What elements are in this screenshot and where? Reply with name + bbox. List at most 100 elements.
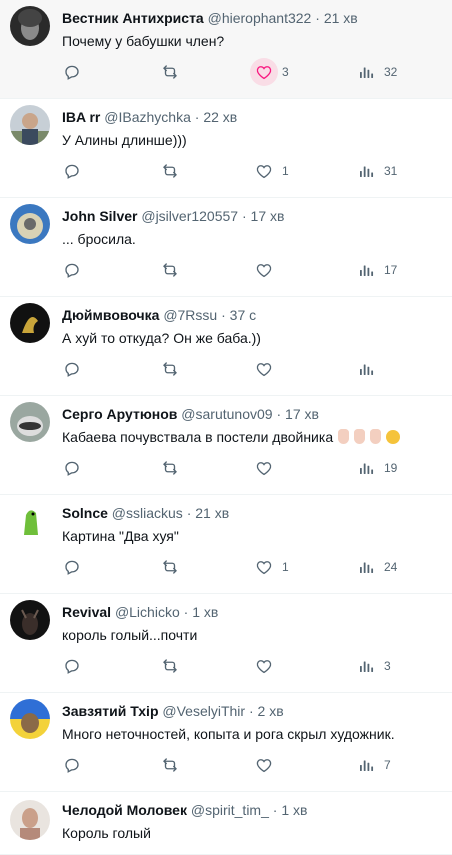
- retweet-button[interactable]: [156, 453, 198, 483]
- views-button[interactable]: 3: [352, 651, 394, 681]
- timestamp[interactable]: 21 хв: [324, 10, 358, 26]
- timestamp[interactable]: 17 хв: [251, 208, 285, 224]
- avatar[interactable]: [10, 204, 50, 244]
- avatar[interactable]: [10, 105, 50, 145]
- separator-dot: ·: [183, 604, 189, 620]
- views-button[interactable]: 7: [352, 750, 394, 780]
- timestamp[interactable]: 1 хв: [281, 802, 307, 818]
- heart-icon: [250, 256, 278, 284]
- tweet[interactable]: Вестник Антихриста @hierophant322 · 21 х…: [0, 0, 452, 99]
- reply-button[interactable]: [58, 57, 100, 87]
- views-icon: [352, 256, 380, 284]
- reply-button[interactable]: [58, 255, 100, 285]
- tweet-text-content: Много неточностей, копыта и рога скрыл х…: [62, 726, 395, 742]
- author-handle[interactable]: @spirit_tim_: [191, 802, 269, 818]
- reply-button[interactable]: [58, 354, 100, 384]
- reply-icon: [58, 58, 86, 86]
- separator-dot: ·: [276, 406, 282, 422]
- author-name[interactable]: Дюймвовочка: [62, 307, 159, 323]
- tweet[interactable]: Revival @Lichicko · 1 хв король голый...…: [0, 594, 452, 693]
- author-handle[interactable]: @VeselyiThir: [162, 703, 245, 719]
- author-handle[interactable]: @Lichicko: [115, 604, 180, 620]
- author-handle[interactable]: @jsilver120557: [141, 208, 238, 224]
- author-name[interactable]: Revival: [62, 604, 111, 620]
- tweet-text-content: Почему у бабушки член?: [62, 33, 225, 49]
- author-handle[interactable]: @IBazhychka: [104, 109, 191, 125]
- avatar[interactable]: [10, 699, 50, 739]
- reply-icon: [58, 751, 86, 779]
- retweet-button[interactable]: [156, 57, 198, 87]
- tweet[interactable]: John Silver @jsilver120557 · 17 хв ... б…: [0, 198, 452, 297]
- reply-button[interactable]: [58, 552, 100, 582]
- tweet[interactable]: Solnce @ssliackus · 21 хв Картина "Два х…: [0, 495, 452, 594]
- retweet-button[interactable]: [156, 354, 198, 384]
- views-button[interactable]: 32: [352, 57, 397, 87]
- timestamp[interactable]: 22 хв: [203, 109, 237, 125]
- tweet-actions: 3: [50, 651, 452, 681]
- like-button[interactable]: 1: [250, 156, 292, 186]
- avatar[interactable]: [10, 600, 50, 640]
- like-button[interactable]: [250, 354, 292, 384]
- views-button[interactable]: 17: [352, 255, 397, 285]
- timestamp[interactable]: 2 хв: [258, 703, 284, 719]
- timestamp[interactable]: 17 хв: [285, 406, 319, 422]
- like-button[interactable]: [250, 255, 292, 285]
- like-button[interactable]: [250, 453, 292, 483]
- retweet-button[interactable]: [156, 552, 198, 582]
- like-button[interactable]: [250, 750, 292, 780]
- tweet[interactable]: Дюймвовочка @7Rssu · 37 с А хуй то откуд…: [0, 297, 452, 396]
- separator-dot: ·: [241, 208, 247, 224]
- author-handle[interactable]: @7Rssu: [163, 307, 217, 323]
- retweet-button[interactable]: [156, 255, 198, 285]
- retweet-button[interactable]: [156, 651, 198, 681]
- avatar[interactable]: [10, 501, 50, 541]
- view-count: 7: [384, 758, 391, 772]
- author-name[interactable]: Серго Арутюнов: [62, 406, 177, 422]
- tweet[interactable]: Завзятий Тхір @VeselyiThir · 2 хв Много …: [0, 693, 452, 792]
- reply-button[interactable]: [58, 156, 100, 186]
- reply-button[interactable]: [58, 651, 100, 681]
- author-name[interactable]: Челодой Моловек: [62, 802, 187, 818]
- avatar-image: [10, 303, 50, 343]
- author-handle[interactable]: @ssliackus: [112, 505, 183, 521]
- like-button[interactable]: 1: [250, 552, 292, 582]
- reply-button[interactable]: [58, 750, 100, 780]
- heart-icon: [250, 58, 278, 86]
- views-button[interactable]: 19: [352, 453, 397, 483]
- avatar[interactable]: [10, 402, 50, 442]
- reply-button[interactable]: [58, 453, 100, 483]
- retweet-button[interactable]: [156, 156, 198, 186]
- retweet-button[interactable]: [156, 750, 198, 780]
- tweet-header: John Silver @jsilver120557 · 17 хв: [62, 207, 284, 225]
- views-icon: [352, 454, 380, 482]
- tweet-text-content: ... бросила.: [62, 231, 136, 247]
- reply-feed: Вестник Антихриста @hierophant322 · 21 х…: [0, 0, 452, 855]
- avatar[interactable]: [10, 800, 50, 840]
- tweet[interactable]: Серго Арутюнов @sarutunov09 · 17 хв Каба…: [0, 396, 452, 495]
- tweet-text-content: король голый...почти: [62, 627, 198, 643]
- views-button[interactable]: 31: [352, 156, 397, 186]
- tweet[interactable]: Челодой Моловек @spirit_tim_ · 1 хв Коро…: [0, 792, 452, 855]
- author-name[interactable]: Вестник Антихриста: [62, 10, 204, 26]
- author-name[interactable]: IBA rr: [62, 109, 100, 125]
- author-handle[interactable]: @hierophant322: [208, 10, 312, 26]
- timestamp[interactable]: 1 хв: [192, 604, 218, 620]
- avatar[interactable]: [10, 6, 50, 46]
- author-name[interactable]: Завзятий Тхір: [62, 703, 159, 719]
- timestamp[interactable]: 21 хв: [195, 505, 229, 521]
- timestamp[interactable]: 37 с: [230, 307, 256, 323]
- heart-icon: [250, 751, 278, 779]
- views-button[interactable]: [352, 354, 394, 384]
- views-button[interactable]: 24: [352, 552, 397, 582]
- author-name[interactable]: Solnce: [62, 505, 108, 521]
- tweet-header: Завзятий Тхір @VeselyiThir · 2 хв: [62, 702, 284, 720]
- like-button[interactable]: [250, 651, 292, 681]
- author-handle[interactable]: @sarutunov09: [181, 406, 272, 422]
- avatar[interactable]: [10, 303, 50, 343]
- heart-icon: [250, 157, 278, 185]
- author-name[interactable]: John Silver: [62, 208, 137, 224]
- tweet[interactable]: IBA rr @IBazhychka · 22 хв У Алины длинш…: [0, 99, 452, 198]
- like-button[interactable]: 3: [250, 57, 292, 87]
- retweet-icon: [156, 751, 184, 779]
- retweet-icon: [156, 355, 184, 383]
